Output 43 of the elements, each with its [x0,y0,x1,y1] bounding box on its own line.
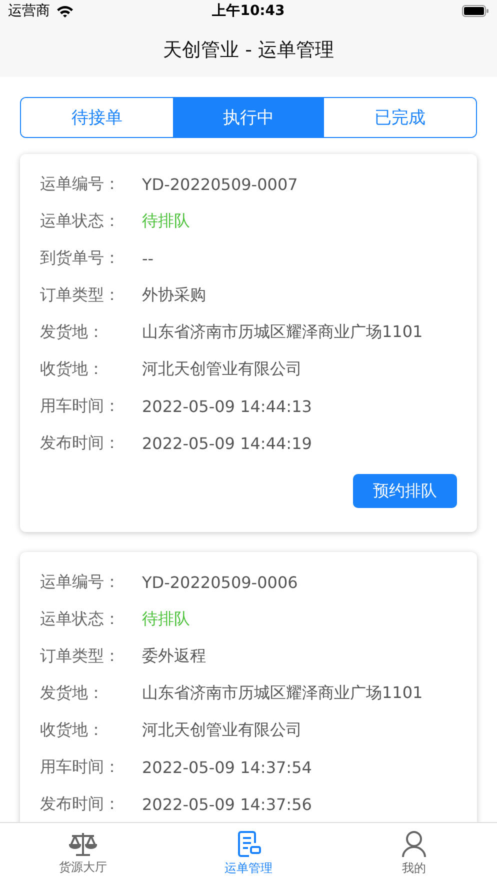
field-label: 收货地： [40,720,105,741]
scale-icon [68,830,98,856]
field-value: 2022-05-09 14:44:19 [142,434,312,453]
field-label: 用车时间： [40,757,121,778]
tab-bar-item[interactable]: 我的 [331,823,497,883]
document-icon [236,830,262,858]
field-label: 发布时间： [40,433,121,454]
field-value: 2022-05-09 14:37:54 [142,758,312,777]
field-value: 河北天创管业有限公司 [142,720,302,741]
field-label: 收货地： [40,359,105,380]
field-value: YD-20220509-0006 [142,573,298,592]
field-value: 外协采购 [142,285,206,306]
tab-bar-item[interactable]: 运单管理 [166,823,332,883]
field-value: 2022-05-09 14:37:56 [142,795,312,814]
battery-icon [462,5,489,17]
field-value: 山东省济南市历城区耀泽商业广场1101 [142,683,423,704]
field-value: 委外返程 [142,646,206,667]
field-label: 订单类型： [40,646,121,667]
person-icon [401,830,428,858]
status-value: 待排队 [142,609,190,630]
field-label: 用车时间： [40,396,121,417]
field-label: 运单状态： [40,211,121,232]
page-title: 天创管业 - 运单管理 [163,38,334,62]
field-label: 发货地： [40,683,105,704]
status-value: 待排队 [142,211,190,232]
field-label: 运单编号： [40,174,121,195]
field-value: 山东省济南市历城区耀泽商业广场1101 [142,322,423,343]
field-label: 运单编号： [40,572,121,593]
tab[interactable]: 执行中 [172,98,324,137]
carrier-name: 运营商 [8,2,50,20]
tab-bar-item[interactable]: 货源大厅 [0,823,166,883]
field-label: 订单类型： [40,285,121,306]
field-label: 到货单号： [40,248,121,269]
queue-button[interactable]: 预约排队 [353,474,457,508]
field-value: 河北天创管业有限公司 [142,359,302,380]
field-label: 发货地： [40,322,105,343]
field-label: 运单状态： [40,609,121,630]
field-value: 2022-05-09 14:44:13 [142,397,312,416]
field-value: -- [142,249,154,268]
clock-time: 上午10:43 [212,3,285,19]
wifi-icon [56,4,74,18]
field-value: YD-20220509-0007 [142,175,298,194]
field-label: 发布时间： [40,794,121,815]
